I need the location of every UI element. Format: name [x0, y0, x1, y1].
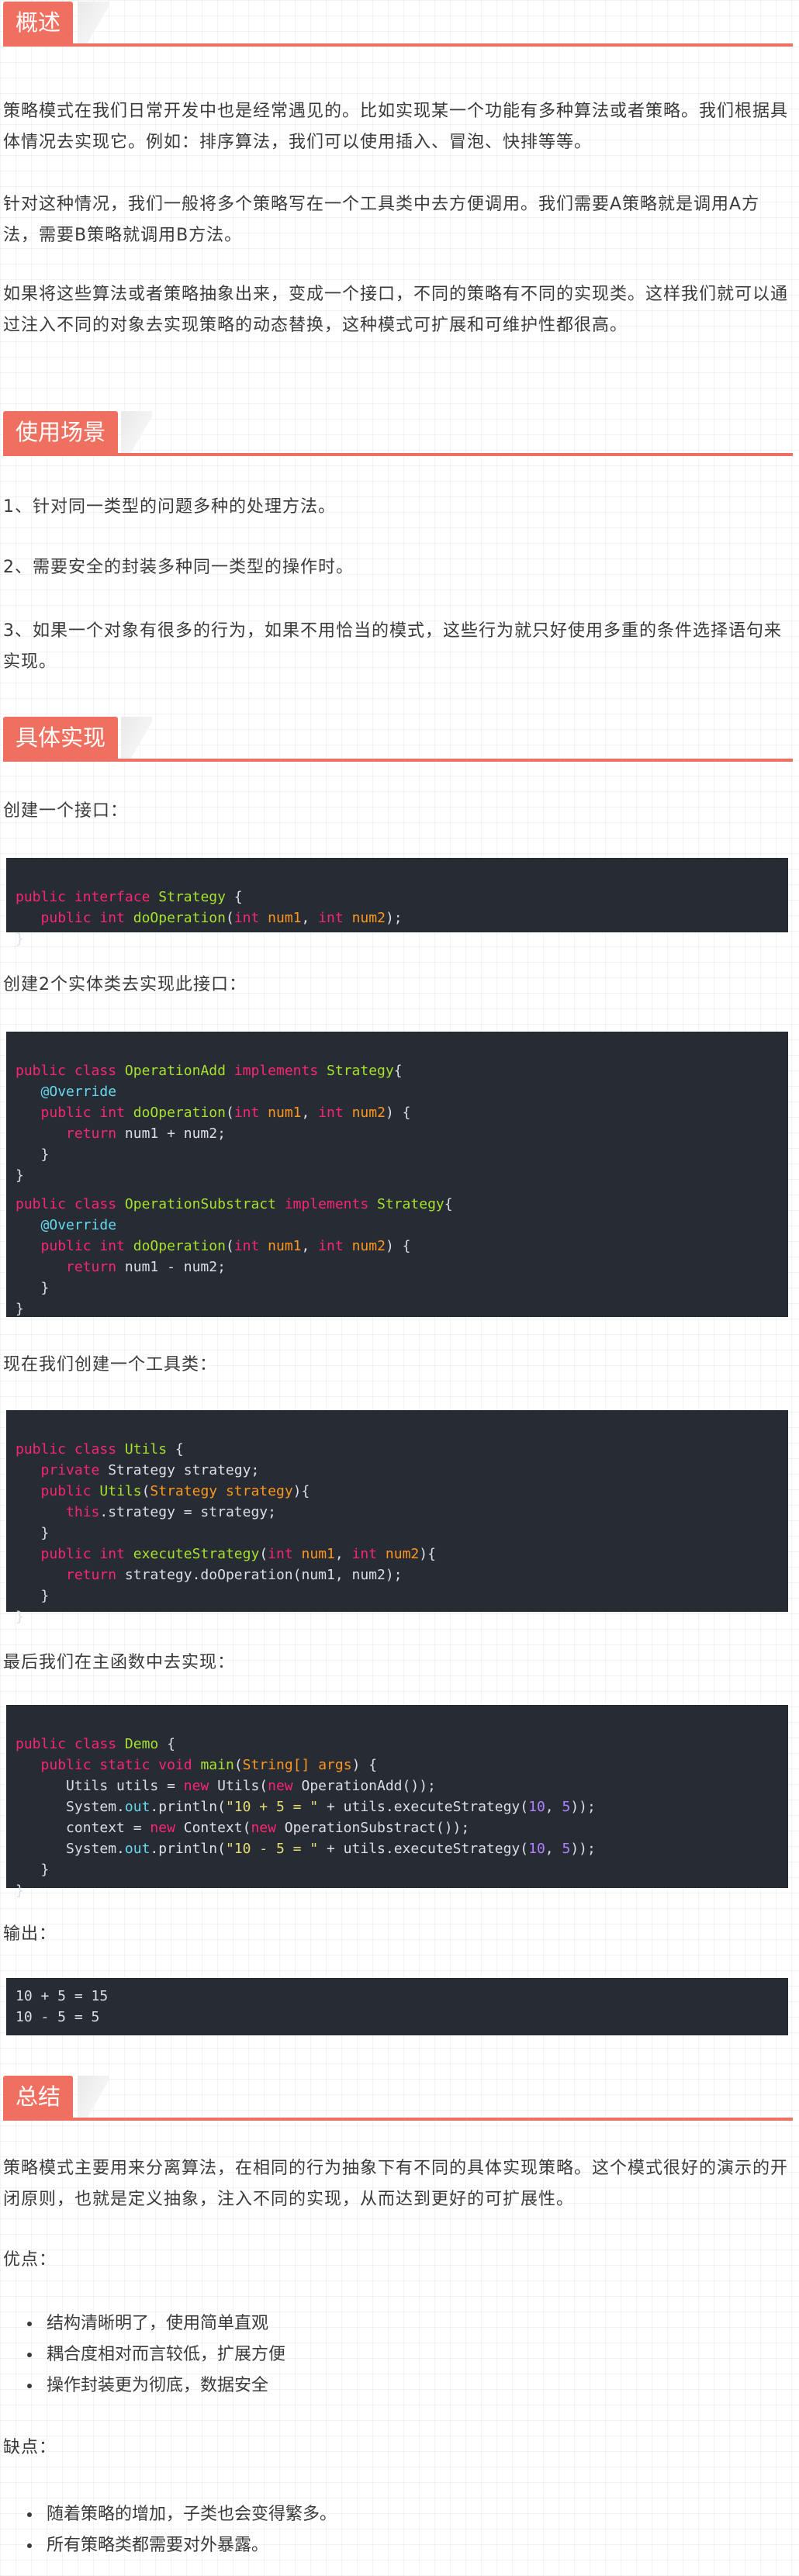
list-item: 操作封装更为彻底，数据安全	[42, 2370, 285, 2401]
list-item: 结构清晰明了，使用简单直观	[42, 2308, 285, 2339]
step-text: 创建一个接口：	[3, 801, 129, 821]
paragraph: 策略模式在我们日常开发中也是经常遇见的。比如实现某一个功能有多种算法或者策略。我…	[3, 102, 789, 152]
paragraph: 策略模式主要用来分离算法，在相同的行为抽象下有不同的具体实现策略。这个模式很好的…	[3, 2159, 789, 2209]
list-item: 所有策略类都需要对外暴露。	[42, 2530, 337, 2561]
code-line: public interface Strategy {	[16, 889, 243, 905]
section-title: 使用场景	[3, 411, 119, 453]
section-header-implementation: 具体实现	[0, 715, 793, 762]
paragraph: 如果将这些算法或者策略抽象出来，变成一个接口，不同的策略有不同的实现类。这样我们…	[3, 285, 789, 335]
step-text: 最后我们在主函数中去实现：	[3, 1653, 236, 1672]
paragraph: 针对这种情况，我们一般将多个策略写在一个工具类中去方便调用。我们需要A策略就是调…	[3, 195, 760, 245]
code-block-interface: public interface Strategy { public int d…	[6, 858, 788, 947]
step-text: 现在我们创建一个工具类：	[3, 1355, 218, 1374]
code-block-classes: public class OperationAdd implements Str…	[6, 1032, 788, 1317]
list-item: 3、如果一个对象有很多的行为，如果不用恰当的模式，这些行为就只好使用多重的条件选…	[3, 621, 783, 672]
code-line: public int doOperation(int num1, int num…	[40, 910, 403, 926]
section-header-summary: 总结	[0, 2074, 793, 2121]
cons-label: 缺点：	[3, 2438, 57, 2457]
list-item: 耦合度相对而言较低，扩展方便	[42, 2339, 285, 2370]
section-title: 概述	[3, 2, 74, 43]
code-block-demo: public class Demo { public static void m…	[6, 1705, 788, 1899]
section-title: 具体实现	[3, 717, 119, 759]
output-label: 输出：	[3, 1924, 57, 1944]
pros-list: 结构清晰明了，使用简单直观 耦合度相对而言较低，扩展方便 操作封装更为彻底，数据…	[23, 2308, 285, 2401]
list-item: 2、需要安全的封装多种同一类型的操作时。	[3, 558, 354, 577]
list-item: 1、针对同一类型的问题多种的处理方法。	[3, 497, 336, 517]
section-header-scenarios: 使用场景	[0, 410, 793, 456]
section-title: 总结	[3, 2076, 74, 2118]
code-block-utils: public class Utils { private Strategy st…	[6, 1410, 788, 1625]
pros-label: 优点：	[3, 2250, 57, 2270]
section-header-overview: 概述	[0, 0, 793, 47]
code-block-output: 10 + 5 = 15 10 - 5 = 5	[6, 1978, 788, 2035]
step-text: 创建2个实体类去实现此接口：	[3, 975, 247, 994]
code-line: }	[16, 931, 24, 947]
cons-list: 随着策略的增加，子类也会变得繁多。 所有策略类都需要对外暴露。	[23, 2499, 337, 2561]
list-item: 随着策略的增加，子类也会变得繁多。	[42, 2499, 337, 2530]
